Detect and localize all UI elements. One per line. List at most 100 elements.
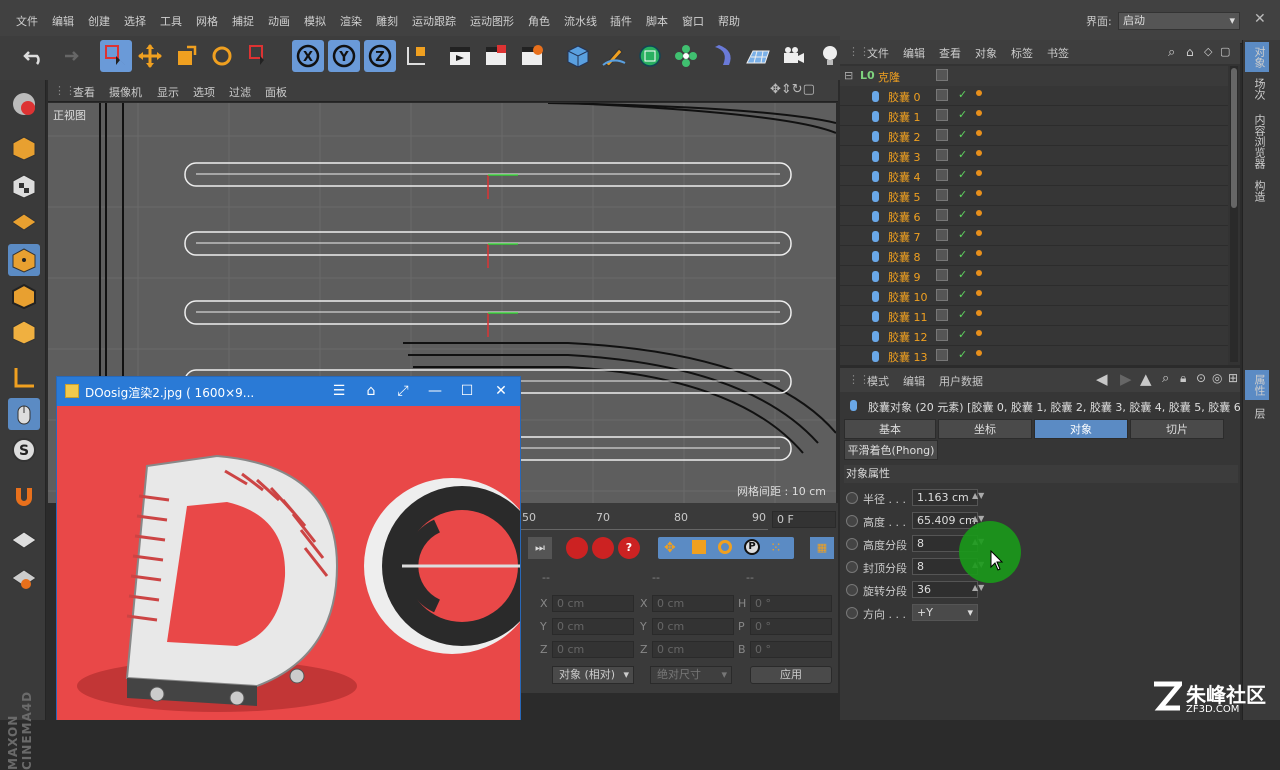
cube-button[interactable] — [562, 40, 594, 72]
y-axis-button[interactable]: Y — [328, 40, 360, 72]
viewport-nav-icon[interactable]: ✥⇕↻▢ — [770, 82, 815, 97]
obj-menu-object[interactable]: 对象 — [975, 45, 997, 61]
size-z-field[interactable]: 0 cm — [652, 641, 734, 658]
check-icon[interactable]: ✓ — [958, 148, 967, 161]
search-icon[interactable]: ⌕ — [1162, 371, 1169, 386]
scale-button[interactable] — [170, 40, 202, 72]
tag-icon[interactable] — [976, 350, 982, 356]
viewport-menu-camera[interactable]: 摄像机 — [109, 84, 142, 100]
animate-radio[interactable] — [846, 584, 858, 596]
visibility-toggle[interactable] — [936, 169, 948, 181]
workplane-grid-button[interactable] — [8, 562, 40, 594]
object-row[interactable]: 胶囊 13 ✓ — [840, 346, 1228, 365]
tag-icon[interactable] — [976, 90, 982, 96]
object-mode-button[interactable] — [8, 132, 40, 164]
move-key-icon[interactable]: ✥ — [664, 540, 676, 556]
tag-icon[interactable] — [976, 190, 982, 196]
link-icon[interactable]: ⊙ — [1196, 371, 1206, 385]
snap-button[interactable] — [8, 480, 40, 512]
size-x-field[interactable]: 0 cm — [652, 595, 734, 612]
tag-icon[interactable] — [976, 270, 982, 276]
side-tab-takes[interactable]: 场次 — [1247, 78, 1267, 100]
tag-icon[interactable] — [976, 150, 982, 156]
viewport-menu-filter[interactable]: 过滤 — [229, 84, 251, 100]
rotation-h-field[interactable]: 0 ° — [750, 595, 832, 612]
tab-slice[interactable]: 切片 — [1130, 419, 1224, 439]
visibility-toggle[interactable] — [936, 289, 948, 301]
camera-button[interactable] — [778, 40, 810, 72]
visibility-toggle[interactable] — [936, 269, 948, 281]
menu-character[interactable]: 角色 — [528, 13, 550, 29]
key-mode-buttons[interactable]: ✥ P ⁙ — [658, 537, 794, 559]
object-root-name[interactable]: 克隆 — [878, 69, 900, 85]
solo-button[interactable]: S — [8, 434, 40, 466]
menu-mograph[interactable]: 运动图形 — [470, 13, 514, 29]
viewport-menu-panel[interactable]: 面板 — [265, 84, 287, 100]
side-tab-attributes[interactable]: 属性 — [1247, 374, 1267, 396]
help-key-icon[interactable]: ? — [618, 537, 640, 559]
collapse-icon[interactable]: ⊟ — [844, 69, 853, 82]
menu-select[interactable]: 选择 — [124, 13, 146, 29]
object-row[interactable]: 胶囊 6 ✓ — [840, 206, 1228, 226]
stepper-icon[interactable]: ▲▼ — [972, 491, 984, 500]
target-icon[interactable]: ◎ — [1212, 371, 1222, 385]
object-scrollbar[interactable] — [1230, 66, 1238, 362]
workplane-lock-button[interactable] — [8, 524, 40, 556]
obj-menu-edit[interactable]: 编辑 — [903, 45, 925, 61]
tag-icon[interactable] — [976, 290, 982, 296]
check-icon[interactable]: ✓ — [958, 88, 967, 101]
undo-button[interactable] — [18, 40, 50, 72]
menu-sculpt[interactable]: 雕刻 — [376, 13, 398, 29]
object-name[interactable]: 胶囊 2 — [888, 129, 921, 145]
object-row[interactable]: 胶囊 3 ✓ — [840, 146, 1228, 166]
deformer-button[interactable] — [706, 40, 738, 72]
animate-radio[interactable] — [846, 492, 858, 504]
live-select-button[interactable] — [100, 40, 132, 72]
viewport-menu-view[interactable]: 查看 — [73, 84, 95, 100]
attr-menu-edit[interactable]: 编辑 — [903, 373, 925, 389]
check-icon[interactable]: ✓ — [958, 328, 967, 341]
pen-button[interactable] — [598, 40, 630, 72]
check-icon[interactable]: ✓ — [958, 108, 967, 121]
frame-field[interactable]: 0 F — [772, 511, 836, 528]
rotation-segments-field[interactable]: 36 — [912, 581, 978, 598]
interface-select[interactable]: 启动 ▾ — [1118, 12, 1240, 30]
object-name[interactable]: 胶囊 9 — [888, 269, 921, 285]
menu-help[interactable]: 帮助 — [718, 13, 740, 29]
lock-icon[interactable]: 🔒︎ — [1180, 371, 1186, 386]
menu-simulate[interactable]: 模拟 — [304, 13, 326, 29]
check-icon[interactable]: ✓ — [958, 128, 967, 141]
record-key-icon[interactable] — [566, 537, 588, 559]
menu-file[interactable]: 文件 — [16, 13, 38, 29]
coordinate-system-button[interactable] — [400, 40, 432, 72]
menu-pipeline[interactable]: 流水线 — [564, 13, 597, 29]
tab-object[interactable]: 对象 — [1034, 419, 1128, 439]
visibility-toggle[interactable] — [936, 329, 948, 341]
render-settings-button[interactable] — [516, 40, 548, 72]
render-view-button[interactable] — [444, 40, 476, 72]
object-name[interactable]: 胶囊 1 — [888, 109, 921, 125]
menu-render[interactable]: 渲染 — [340, 13, 362, 29]
tag-icon[interactable] — [976, 110, 982, 116]
tag-icon[interactable] — [976, 250, 982, 256]
position-y-field[interactable]: 0 cm — [552, 618, 634, 635]
visibility-toggle[interactable] — [936, 149, 948, 161]
visibility-toggle[interactable] — [936, 109, 948, 121]
side-tab-layers[interactable]: 层 — [1247, 408, 1267, 419]
object-row[interactable]: 胶囊 9 ✓ — [840, 266, 1228, 286]
scrollbar-thumb[interactable] — [1231, 68, 1237, 208]
menu-create[interactable]: 创建 — [88, 13, 110, 29]
timeline[interactable]: 50 70 80 90 0 F ⏭ ? ✥ P ⁙ ▦ — [520, 503, 838, 563]
check-icon[interactable]: ✓ — [958, 188, 967, 201]
menu-tools[interactable]: 工具 — [160, 13, 182, 29]
orientation-select[interactable]: +Y ▾ — [912, 604, 978, 621]
pin-icon[interactable]: ⌂ — [361, 381, 381, 401]
check-icon[interactable]: ✓ — [958, 168, 967, 181]
menu-script[interactable]: 脚本 — [646, 13, 668, 29]
animate-radio[interactable] — [846, 607, 858, 619]
object-row[interactable]: 胶囊 5 ✓ — [840, 186, 1228, 206]
visibility-toggle[interactable] — [936, 69, 948, 81]
object-name[interactable]: 胶囊 12 — [888, 329, 928, 345]
tag-icon[interactable] — [976, 230, 982, 236]
expand-icon[interactable]: ▢ — [1220, 45, 1230, 58]
